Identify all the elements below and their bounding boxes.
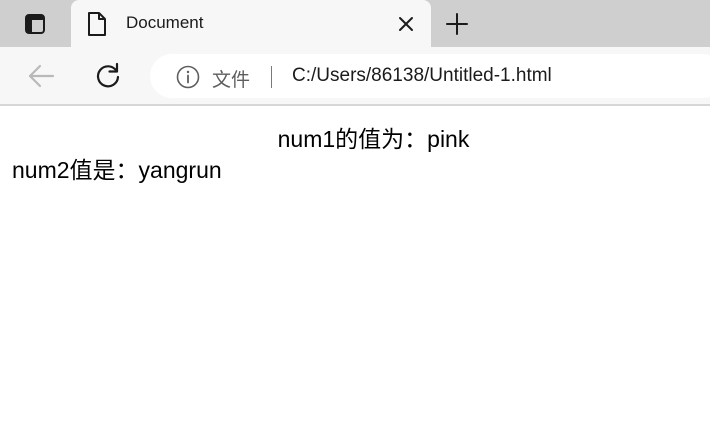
scheme-label: 文件	[212, 69, 251, 91]
info-icon[interactable]	[176, 65, 200, 89]
address-bar[interactable]: 文件 C:/Users/86138/Untitled-1.html	[150, 54, 710, 98]
tab-document[interactable]: Document	[71, 0, 431, 48]
url-text[interactable]: C:/Users/86138/Untitled-1.html	[292, 65, 552, 87]
tab-actions-menu-button[interactable]	[12, 10, 58, 38]
tab-strip: Document	[0, 0, 710, 48]
new-tab-icon[interactable]	[443, 10, 471, 38]
refresh-icon[interactable]	[93, 62, 123, 90]
tab-title: Document	[126, 13, 204, 32]
page-content: num1的值为：pink num2值是：yangrun	[0, 106, 710, 437]
num2-text: num2值是：yangrun	[12, 157, 222, 183]
num1-text: num1的值为：pink	[277, 126, 470, 152]
back-arrow-icon[interactable]	[26, 63, 56, 89]
page-icon	[87, 11, 111, 37]
tab-actions-icon	[24, 13, 46, 35]
address-divider	[271, 66, 272, 88]
navigation-toolbar: 文件 C:/Users/86138/Untitled-1.html	[0, 47, 710, 106]
close-tab-icon[interactable]	[395, 13, 417, 35]
